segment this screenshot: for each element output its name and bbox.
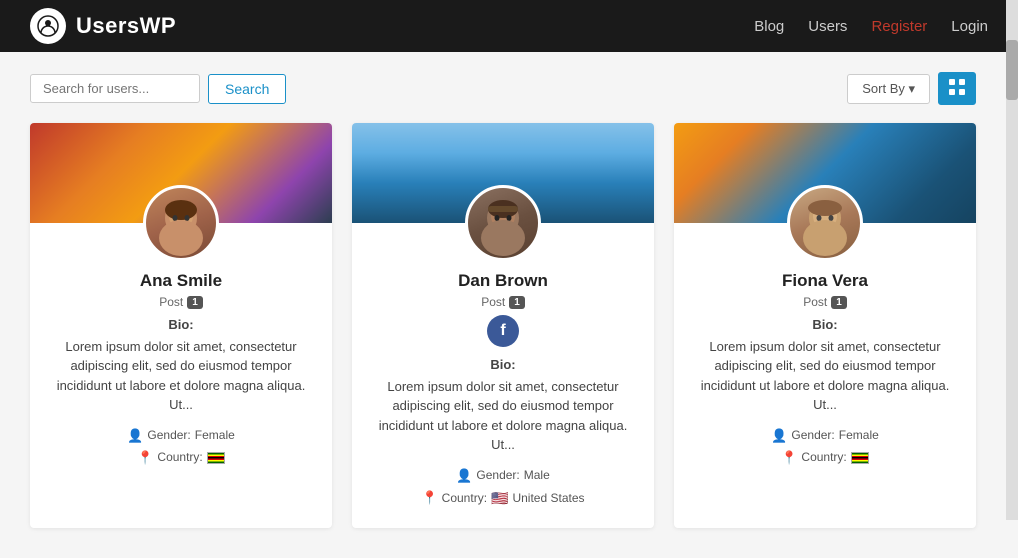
card-body-ana: Ana Smile Post 1 Bio: Lorem ipsum dolor … bbox=[30, 261, 332, 487]
nav-register[interactable]: Register bbox=[871, 18, 927, 35]
country-fiona: 📍 Country: bbox=[692, 447, 958, 469]
scrollbar[interactable] bbox=[1006, 0, 1018, 520]
person-icon-fiona: 👤 bbox=[771, 425, 787, 447]
user-name-dan: Dan Brown bbox=[370, 271, 636, 291]
avatar-ana[interactable] bbox=[143, 185, 219, 261]
nav-blog[interactable]: Blog bbox=[754, 18, 784, 35]
meta-ana: 👤 Gender: Female 📍 Country: bbox=[48, 425, 314, 469]
pin-icon-ana: 📍 bbox=[137, 447, 153, 469]
search-input[interactable] bbox=[30, 74, 200, 103]
gender-fiona: 👤 Gender: Female bbox=[692, 425, 958, 447]
grid-view-button[interactable] bbox=[938, 72, 976, 105]
post-count-fiona: Post 1 bbox=[692, 295, 958, 309]
avatar-wrap-ana bbox=[30, 185, 332, 261]
meta-fiona: 👤 Gender: Female 📍 Country: bbox=[692, 425, 958, 469]
card-body-fiona: Fiona Vera Post 1 Bio: Lorem ipsum dolor… bbox=[674, 261, 976, 487]
flag-fiona bbox=[851, 452, 869, 464]
user-card-ana: Ana Smile Post 1 Bio: Lorem ipsum dolor … bbox=[30, 123, 332, 528]
meta-dan: 👤 Gender: Male 📍 Country: 🇺🇸 United Stat… bbox=[370, 465, 636, 511]
country-ana: 📍 Country: bbox=[48, 447, 314, 469]
pin-icon-dan: 📍 bbox=[421, 487, 437, 509]
avatar-fiona[interactable] bbox=[787, 185, 863, 261]
user-card-fiona: Fiona Vera Post 1 Bio: Lorem ipsum dolor… bbox=[674, 123, 976, 528]
logo-text: UsersWP bbox=[76, 13, 176, 39]
pin-icon-fiona: 📍 bbox=[781, 447, 797, 469]
card-body-dan: Dan Brown Post 1 f Bio: Lorem ipsum dolo… bbox=[352, 261, 654, 528]
sort-button[interactable]: Sort By ▾ bbox=[847, 74, 930, 104]
gender-dan: 👤 Gender: Male bbox=[370, 465, 636, 487]
search-button[interactable]: Search bbox=[208, 74, 286, 104]
flag-ana bbox=[207, 452, 225, 464]
avatar-wrap-dan bbox=[352, 185, 654, 261]
main-nav: Blog Users Register Login bbox=[754, 18, 988, 35]
gender-ana: 👤 Gender: Female bbox=[48, 425, 314, 447]
avatar-wrap-fiona bbox=[674, 185, 976, 261]
user-name-fiona: Fiona Vera bbox=[692, 271, 958, 291]
nav-users[interactable]: Users bbox=[808, 18, 847, 35]
search-area: Search bbox=[30, 74, 286, 104]
user-card-dan: Dan Brown Post 1 f Bio: Lorem ipsum dolo… bbox=[352, 123, 654, 528]
nav-login[interactable]: Login bbox=[951, 18, 988, 35]
post-count-dan: Post 1 bbox=[370, 295, 636, 309]
view-controls: Sort By ▾ bbox=[847, 72, 976, 105]
users-grid: Ana Smile Post 1 Bio: Lorem ipsum dolor … bbox=[30, 123, 976, 528]
bio-dan: Bio: Lorem ipsum dolor sit amet, consect… bbox=[370, 355, 636, 455]
logo-area: UsersWP bbox=[30, 8, 176, 44]
country-dan: 📍 Country: 🇺🇸 United States bbox=[370, 487, 636, 511]
person-icon-dan: 👤 bbox=[456, 465, 472, 487]
toolbar: Search Sort By ▾ bbox=[30, 72, 976, 105]
person-icon-ana: 👤 bbox=[127, 425, 143, 447]
header: UsersWP Blog Users Register Login bbox=[0, 0, 1018, 52]
main-content: Search Sort By ▾ bbox=[0, 52, 1006, 558]
user-name-ana: Ana Smile bbox=[48, 271, 314, 291]
post-count-ana: Post 1 bbox=[48, 295, 314, 309]
avatar-dan[interactable] bbox=[465, 185, 541, 261]
scrollbar-thumb[interactable] bbox=[1006, 40, 1018, 100]
facebook-icon-dan[interactable]: f bbox=[487, 315, 519, 347]
logo-icon bbox=[30, 8, 66, 44]
flag-dan: 🇺🇸 bbox=[491, 487, 508, 511]
bio-fiona: Bio: Lorem ipsum dolor sit amet, consect… bbox=[692, 315, 958, 415]
bio-ana: Bio: Lorem ipsum dolor sit amet, consect… bbox=[48, 315, 314, 415]
